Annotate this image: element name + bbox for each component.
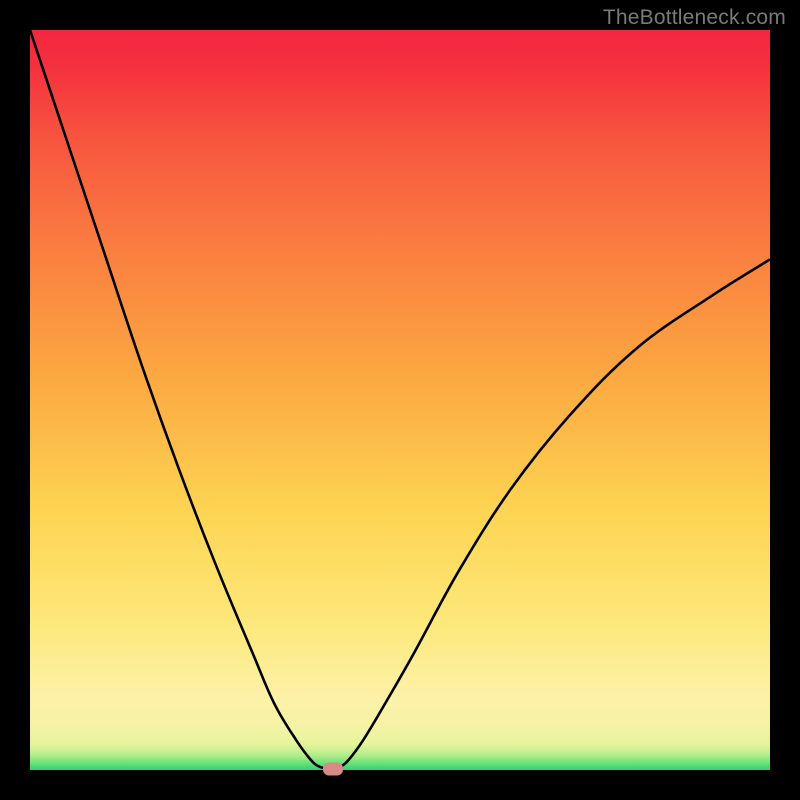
curve-svg bbox=[30, 30, 770, 770]
chart-frame: TheBottleneck.com bbox=[0, 0, 800, 800]
bottleneck-curve-path bbox=[30, 30, 770, 769]
plot-area bbox=[30, 30, 770, 770]
minimum-marker bbox=[323, 762, 343, 775]
watermark-text: TheBottleneck.com bbox=[603, 6, 786, 30]
